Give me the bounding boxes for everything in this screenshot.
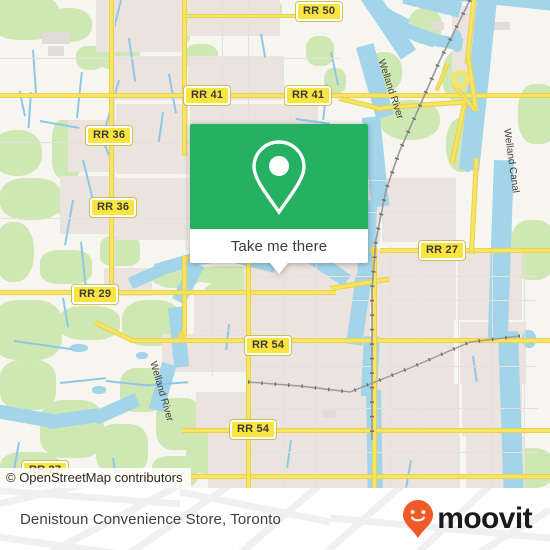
- road-shield: RR 27: [419, 241, 466, 260]
- destination-callout[interactable]: Take me there: [190, 124, 368, 274]
- take-me-there-button[interactable]: Take me there: [190, 229, 368, 263]
- map-canvas[interactable]: Welland River Welland Canal Welland Rive…: [0, 0, 550, 488]
- road-shield: RR 54: [230, 420, 277, 439]
- moovit-pin-smiley-icon: [403, 500, 434, 538]
- road-shield: RR 36: [90, 198, 137, 217]
- road-shield: RR 29: [72, 285, 119, 304]
- place-title: Denistoun Convenience Store, Toronto: [20, 510, 281, 528]
- road-shield: RR 41: [184, 86, 231, 105]
- callout-icon-panel: [190, 124, 368, 229]
- callout-pointer-tail: [270, 263, 288, 274]
- road-shield: RR 36: [86, 126, 133, 145]
- take-me-there-label: Take me there: [230, 237, 328, 255]
- road-shield: RR 41: [285, 86, 332, 105]
- moovit-wordmark: moovit: [437, 502, 532, 535]
- osm-attribution[interactable]: © OpenStreetMap contributors: [0, 468, 191, 488]
- map-pin-icon: [252, 139, 306, 215]
- moovit-brand[interactable]: moovit: [403, 488, 533, 550]
- footer-bar: Denistoun Convenience Store, Toronto moo…: [0, 488, 550, 550]
- road-shield: RR 50: [296, 2, 343, 21]
- screenshot-root: Welland River Welland Canal Welland Rive…: [0, 0, 550, 550]
- road-shield: RR 54: [245, 336, 292, 355]
